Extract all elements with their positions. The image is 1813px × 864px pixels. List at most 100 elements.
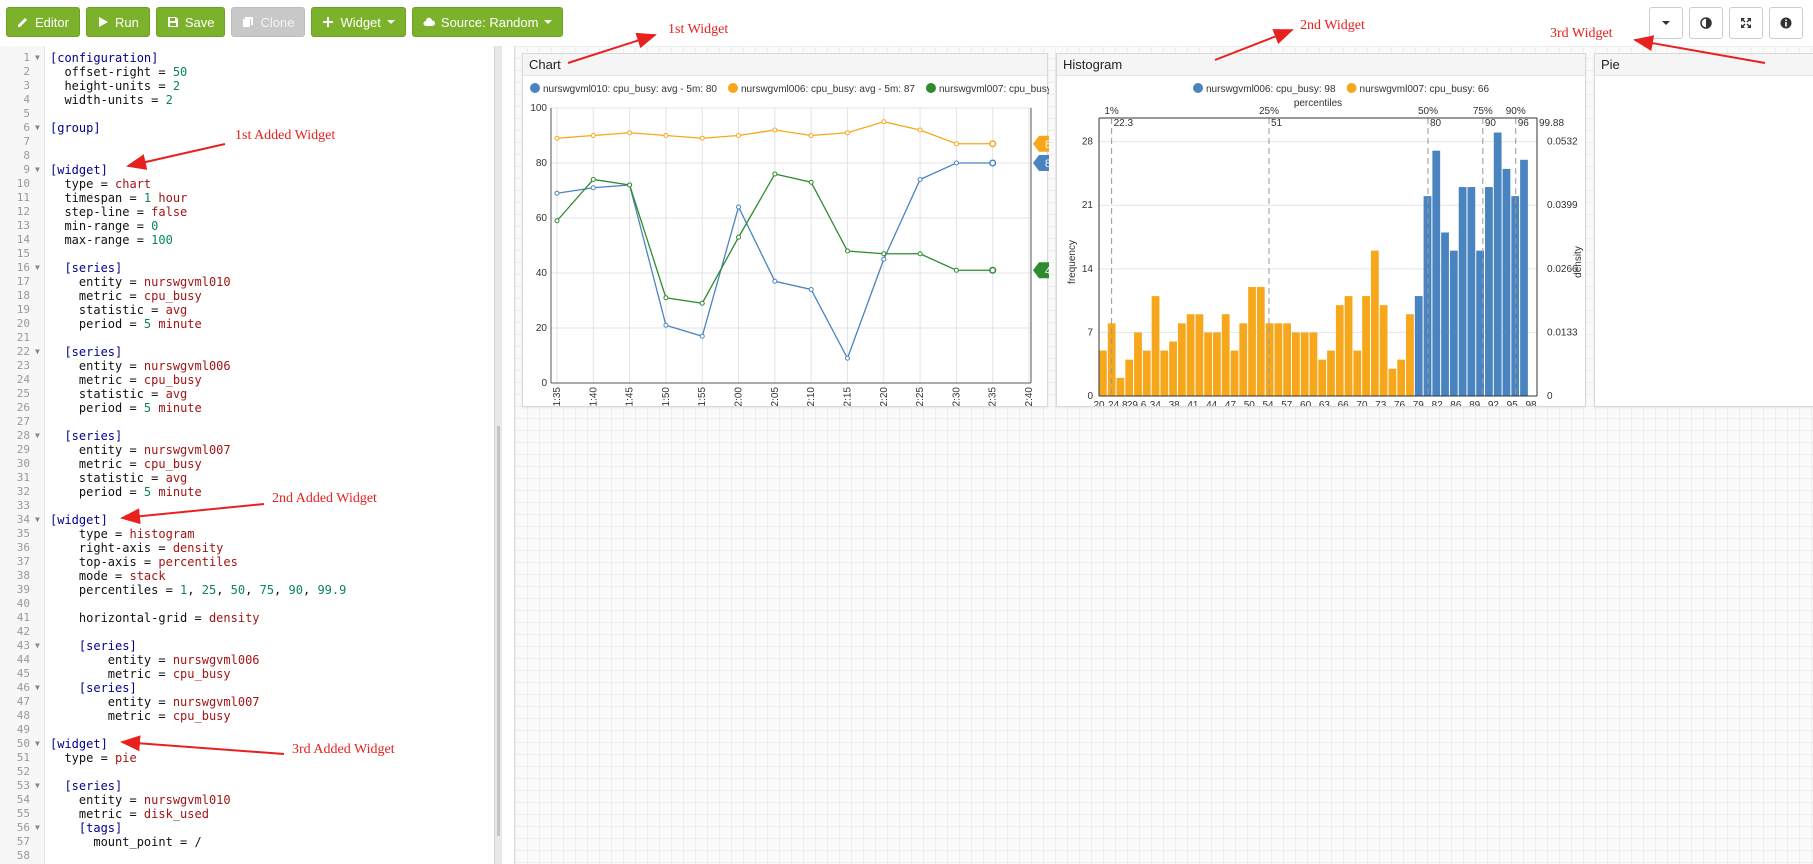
line-number: 22: [16, 345, 30, 358]
fold-toggle-icon[interactable]: ▼: [35, 639, 40, 653]
percentile-value: 80: [1430, 118, 1442, 129]
y-tick-label: 40: [536, 268, 548, 279]
editor-button[interactable]: Editor: [6, 7, 80, 37]
pencil-icon: [18, 18, 27, 27]
x-tick-label: 11:55: [697, 387, 708, 406]
fold-toggle-icon[interactable]: ▼: [35, 681, 40, 695]
fold-toggle-icon[interactable]: ▼: [35, 121, 40, 135]
x-tick-label: 89: [1469, 400, 1481, 406]
chevron-down-icon: [1662, 21, 1670, 25]
data-point: [808, 133, 814, 138]
x-tick-label: 29.6: [1127, 400, 1147, 406]
editor-line: 42: [0, 625, 508, 639]
histogram-bar-nurswgvml007: [1256, 286, 1265, 396]
x-tick-label: 54: [1262, 400, 1274, 406]
code-text: width-units = 2: [50, 93, 173, 107]
data-point: [772, 278, 778, 284]
editor-line: 18 metric = cpu_busy: [0, 289, 508, 303]
pie-widget[interactable]: Pie: [1594, 53, 1813, 407]
fold-toggle-icon[interactable]: ▼: [35, 779, 40, 793]
histogram-chart[interactable]: nurswgvml006: cpu_busy: 98 nurswgvml007: …: [1057, 76, 1587, 411]
code-text: step-line = false: [50, 205, 188, 219]
editor-line: 19 statistic = avg: [0, 303, 508, 317]
x-tick-label: 92: [1488, 400, 1500, 406]
percentile-label: 25%: [1259, 106, 1279, 117]
data-point: [772, 127, 778, 133]
editor-scrollbar[interactable]: [494, 46, 502, 864]
run-button[interactable]: Run: [85, 7, 150, 37]
x-tick-label: 34: [1150, 400, 1162, 406]
line-number: 28: [16, 429, 30, 442]
editor-line: 31 statistic = avg: [0, 471, 508, 485]
fold-toggle-icon[interactable]: ▼: [35, 429, 40, 443]
line-number: 42: [16, 625, 30, 638]
fold-toggle-icon[interactable]: ▼: [35, 821, 40, 835]
line-number: 4: [23, 93, 30, 106]
data-point: [736, 234, 742, 240]
code-text: height-units = 2: [50, 79, 181, 93]
code-text: percentiles = 1, 25, 50, 75, 90, 99.9: [50, 583, 347, 597]
widget-dropdown-button[interactable]: Widget: [311, 7, 406, 37]
editor-line: 9 ▼ [widget]: [0, 163, 508, 177]
editor-line: 56 ▼ [tags]: [0, 821, 508, 835]
clone-button[interactable]: Clone: [231, 7, 306, 37]
line-number: 20: [16, 317, 30, 330]
code-text: period = 5 minute: [50, 401, 202, 415]
source-dropdown-button[interactable]: Source: Random: [411, 7, 564, 37]
code-text: [tags]: [50, 821, 123, 835]
y-tick-label: 21: [1082, 200, 1094, 211]
scrollbar-thumb[interactable]: [497, 426, 500, 836]
config-editor[interactable]: 1 ▼ [configuration] 2 offset-right = 50 3 he…: [0, 46, 508, 864]
line-number: 17: [16, 275, 30, 288]
fold-toggle-icon[interactable]: ▼: [35, 513, 40, 527]
editor-line: 48 metric = cpu_busy: [0, 709, 508, 723]
fullscreen-button[interactable]: [1729, 7, 1763, 39]
editor-line: 49: [0, 723, 508, 737]
code-text: [widget]: [50, 163, 108, 177]
y-tick-label: 7: [1087, 327, 1093, 338]
histogram-widget[interactable]: Histogram nurswgvml006: cpu_busy: 98 nurs…: [1056, 53, 1587, 411]
x-tick-label: 12:00: [734, 387, 745, 406]
x-tick-label: 47: [1225, 400, 1237, 406]
save-button[interactable]: Save: [155, 7, 226, 37]
data-point: [989, 159, 997, 167]
theme-toggle-button[interactable]: [1689, 7, 1723, 39]
editor-line: 44 entity = nurswgvml006: [0, 653, 508, 667]
data-point: [627, 182, 633, 188]
fold-toggle-icon[interactable]: ▼: [35, 737, 40, 751]
legend-item: nurswgvml007: cpu_busy: 66: [1360, 84, 1490, 95]
histogram-bar-nurswgvml007: [1160, 350, 1169, 396]
x-tick-label: 11:40: [588, 387, 599, 406]
histogram-bar-nurswgvml007: [1388, 368, 1397, 396]
code-text: type = pie: [50, 751, 137, 765]
x-tick-label: 12:25: [915, 387, 926, 406]
histogram-bar-nurswgvml007: [1134, 332, 1142, 396]
data-point: [699, 135, 705, 141]
code-text: top-axis = percentiles: [50, 555, 238, 569]
options-dropdown-button[interactable]: [1649, 7, 1683, 39]
fold-toggle-icon[interactable]: ▼: [35, 163, 40, 177]
histogram-bar-nurswgvml006: [1458, 187, 1467, 396]
line-chart[interactable]: nurswgvml010: cpu_busy: avg - 5m: 80 nurs…: [523, 76, 1113, 412]
histogram-bar-nurswgvml007: [1186, 314, 1195, 396]
histogram-bar-nurswgvml007: [1204, 332, 1213, 396]
histogram-bar-nurswgvml007: [1292, 332, 1300, 396]
code-text: metric = cpu_busy: [50, 709, 231, 723]
line-number: 5: [23, 107, 30, 120]
histogram-bar-nurswgvml006: [1449, 250, 1458, 396]
chart-widget[interactable]: Chart nurswgvml010: cpu_busy: avg - 5m: …: [522, 53, 1113, 412]
fold-toggle-icon[interactable]: ▼: [35, 261, 40, 275]
editor-line: 22 ▼ [series]: [0, 345, 508, 359]
data-point: [736, 133, 742, 138]
line-number: 25: [16, 387, 30, 400]
fold-toggle-icon[interactable]: ▼: [35, 345, 40, 359]
info-button[interactable]: [1769, 7, 1803, 39]
editor-line: 8: [0, 149, 508, 163]
histogram-bar-nurswgvml007: [1397, 359, 1406, 396]
y-tick-label: 20: [536, 323, 548, 334]
x-tick-label: 12:35: [988, 387, 999, 406]
x-tick-label: 76: [1394, 400, 1406, 406]
line-number: 34: [16, 513, 30, 526]
line-number: 33: [16, 499, 30, 512]
fold-toggle-icon[interactable]: ▼: [35, 51, 40, 65]
